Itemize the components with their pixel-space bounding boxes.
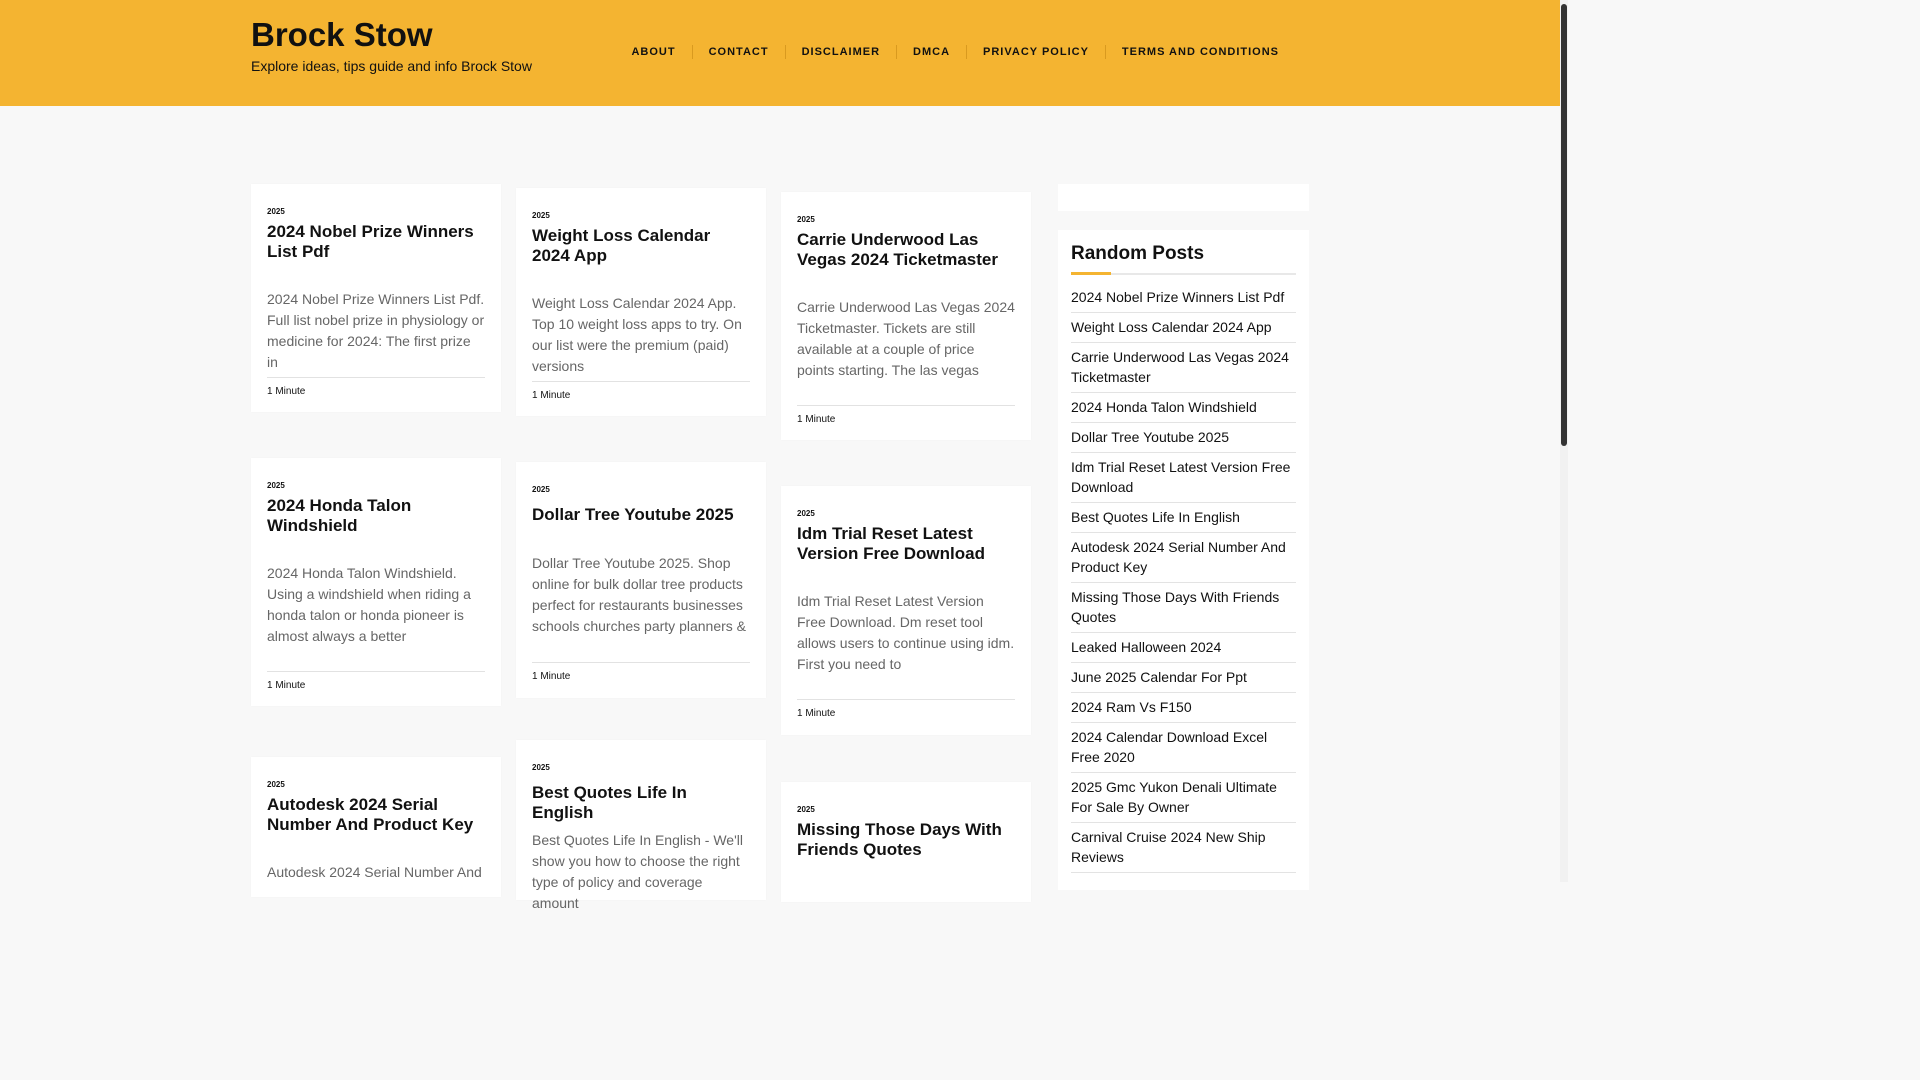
post-excerpt: Autodesk 2024 Serial Number And bbox=[267, 864, 482, 880]
post-category[interactable]: 2025 bbox=[267, 780, 285, 789]
post-title[interactable]: Dollar Tree Youtube 2025 bbox=[532, 505, 750, 525]
post-title[interactable]: 2024 Honda Talon Windshield bbox=[267, 496, 485, 536]
post-card[interactable]: 2025 Idm Trial Reset Latest Version Free… bbox=[781, 486, 1031, 735]
post-excerpt: Weight Loss Calendar 2024 App. Top 10 we… bbox=[532, 295, 742, 374]
post-card[interactable]: 2025 Dollar Tree Youtube 2025 Dollar Tre… bbox=[516, 462, 766, 698]
random-post-link[interactable]: Idm Trial Reset Latest Version Free Down… bbox=[1071, 453, 1296, 503]
post-excerpt: 2024 Nobel Prize Winners List Pdf. Full … bbox=[267, 291, 485, 370]
post-category[interactable]: 2025 bbox=[532, 485, 550, 494]
post-category[interactable]: 2025 bbox=[797, 215, 815, 224]
post-card[interactable]: 2025 2024 Honda Talon Windshield 2024 Ho… bbox=[251, 458, 501, 706]
post-title[interactable]: Weight Loss Calendar 2024 App bbox=[532, 226, 750, 266]
random-post-link[interactable]: Missing Those Days With Friends Quotes bbox=[1071, 583, 1296, 633]
widget-title: Random Posts bbox=[1071, 243, 1205, 264]
random-post-link[interactable]: Dollar Tree Youtube 2025 bbox=[1071, 423, 1296, 453]
nav-contact[interactable]: CONTACT bbox=[691, 45, 785, 59]
random-posts-list: 2024 Nobel Prize Winners List Pdf Weight… bbox=[1071, 287, 1296, 873]
post-reading-time: 1 Minute bbox=[267, 386, 306, 397]
post-reading-time: 1 Minute bbox=[797, 708, 836, 719]
post-card[interactable]: 2025 Autodesk 2024 Serial Number And Pro… bbox=[251, 757, 501, 897]
main-nav: ABOUT CONTACT DISCLAIMER DMCA PRIVACY PO… bbox=[615, 45, 1295, 59]
post-card[interactable]: 2025 Weight Loss Calendar 2024 App Weigh… bbox=[516, 188, 766, 416]
post-category[interactable]: 2025 bbox=[532, 763, 550, 772]
nav-dmca[interactable]: DMCA bbox=[896, 45, 966, 59]
nav-disclaimer[interactable]: DISCLAIMER bbox=[784, 45, 896, 59]
random-post-link[interactable]: Autodesk 2024 Serial Number And Product … bbox=[1071, 533, 1296, 583]
page-scrollbar[interactable] bbox=[1560, 0, 1568, 882]
scrollbar-thumb[interactable] bbox=[1561, 4, 1567, 446]
post-excerpt: 2024 Honda Talon Windshield. Using a win… bbox=[267, 565, 471, 644]
post-category[interactable]: 2025 bbox=[797, 805, 815, 814]
post-reading-time: 1 Minute bbox=[797, 414, 836, 425]
random-post-link[interactable]: Carnival Cruise 2024 New Ship Reviews bbox=[1071, 823, 1296, 873]
nav-terms-and-conditions[interactable]: TERMS AND CONDITIONS bbox=[1104, 45, 1295, 59]
nav-privacy-policy[interactable]: PRIVACY POLICY bbox=[966, 45, 1105, 59]
post-reading-time: 1 Minute bbox=[532, 390, 571, 401]
post-category[interactable]: 2025 bbox=[797, 509, 815, 518]
post-category[interactable]: 2025 bbox=[267, 481, 285, 490]
post-divider bbox=[797, 405, 1015, 406]
site-header: Brock Stow Explore ideas, tips guide and… bbox=[0, 0, 1560, 106]
random-post-link[interactable]: 2025 Gmc Yukon Denali Ultimate For Sale … bbox=[1071, 773, 1296, 823]
post-divider bbox=[267, 671, 485, 672]
site-title[interactable]: Brock Stow bbox=[251, 16, 433, 54]
post-title[interactable]: Missing Those Days With Friends Quotes bbox=[797, 820, 1015, 860]
site-description: Explore ideas, tips guide and info Brock… bbox=[251, 58, 532, 74]
post-excerpt: Carrie Underwood Las Vegas 2024 Ticketma… bbox=[797, 299, 1015, 378]
post-card[interactable]: 2025 2024 Nobel Prize Winners List Pdf 2… bbox=[251, 184, 501, 412]
random-posts-widget: Random Posts 2024 Nobel Prize Winners Li… bbox=[1058, 230, 1309, 890]
post-category[interactable]: 2025 bbox=[532, 211, 550, 220]
random-post-link[interactable]: Carrie Underwood Las Vegas 2024 Ticketma… bbox=[1071, 343, 1296, 393]
random-post-link[interactable]: Weight Loss Calendar 2024 App bbox=[1071, 313, 1296, 343]
post-title[interactable]: Best Quotes Life In English bbox=[532, 783, 750, 823]
random-post-link[interactable]: 2024 Nobel Prize Winners List Pdf bbox=[1071, 287, 1296, 313]
post-reading-time: 1 Minute bbox=[267, 680, 306, 691]
post-divider bbox=[532, 662, 750, 663]
post-divider bbox=[267, 377, 485, 378]
random-post-link[interactable]: 2024 Honda Talon Windshield bbox=[1071, 393, 1296, 423]
post-category[interactable]: 2025 bbox=[267, 207, 285, 216]
random-post-link[interactable]: 2024 Ram Vs F150 bbox=[1071, 693, 1296, 723]
random-post-link[interactable]: June 2025 Calendar For Ppt bbox=[1071, 663, 1296, 693]
post-card[interactable]: 2025 Best Quotes Life In English Best Qu… bbox=[516, 740, 766, 911]
post-title[interactable]: 2024 Nobel Prize Winners List Pdf bbox=[267, 222, 485, 262]
post-title[interactable]: Autodesk 2024 Serial Number And Product … bbox=[267, 795, 485, 835]
post-excerpt: Dollar Tree Youtube 2025. Shop online fo… bbox=[532, 555, 746, 634]
nav-about[interactable]: ABOUT bbox=[615, 45, 691, 59]
post-excerpt: Best Quotes Life In English - We'll show… bbox=[532, 832, 743, 911]
random-post-link[interactable]: 2024 Calendar Download Excel Free 2020 bbox=[1071, 723, 1296, 773]
post-divider bbox=[532, 381, 750, 382]
random-post-link[interactable]: Best Quotes Life In English bbox=[1071, 503, 1296, 533]
post-title[interactable]: Carrie Underwood Las Vegas 2024 Ticketma… bbox=[797, 230, 1015, 270]
post-divider bbox=[797, 699, 1015, 700]
post-title[interactable]: Idm Trial Reset Latest Version Free Down… bbox=[797, 524, 1015, 564]
sidebar-search-widget bbox=[1058, 184, 1309, 211]
widget-title-underline bbox=[1071, 272, 1296, 275]
random-post-link[interactable]: Leaked Halloween 2024 bbox=[1071, 633, 1296, 663]
post-reading-time: 1 Minute bbox=[532, 671, 571, 682]
post-excerpt: Idm Trial Reset Latest Version Free Down… bbox=[797, 593, 1015, 672]
post-card[interactable]: 2025 Carrie Underwood Las Vegas 2024 Tic… bbox=[781, 192, 1031, 440]
post-card[interactable]: 2025 Missing Those Days With Friends Quo… bbox=[781, 782, 1031, 902]
